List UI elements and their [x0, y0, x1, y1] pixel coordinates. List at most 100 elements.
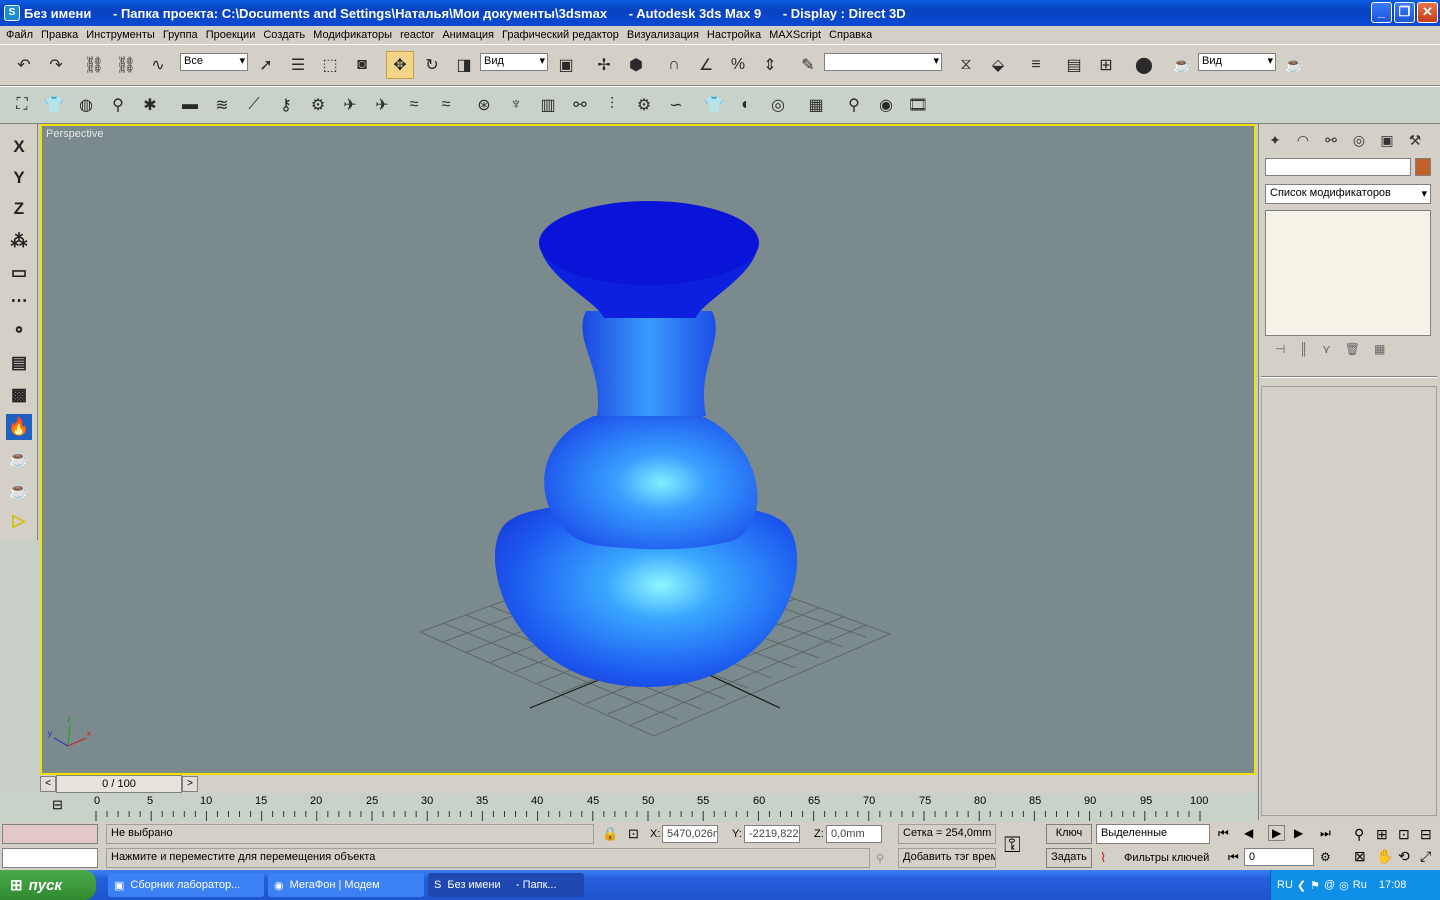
bind-space-warp-icon[interactable]: ∿ — [144, 51, 172, 79]
fire-effect-icon[interactable]: 🔥 — [6, 414, 32, 440]
align-icon[interactable]: ⬙ — [984, 51, 1012, 79]
water-icon[interactable]: ≈ — [400, 91, 428, 119]
array-icon[interactable]: ▤ — [6, 350, 32, 376]
undo-icon[interactable]: ↶ — [10, 51, 38, 79]
auto-key-button[interactable]: Ключ — [1046, 824, 1092, 844]
motor-icon[interactable]: ⚷ — [272, 91, 300, 119]
set-key-icon[interactable]: ⚿ — [1004, 832, 1021, 858]
quick-render-icon[interactable]: ☕ — [1280, 51, 1308, 79]
start-button[interactable]: ⊞ пуск — [0, 870, 96, 900]
modify-tab-icon[interactable]: ◠ — [1291, 128, 1315, 152]
maxscript-listener-white[interactable] — [2, 848, 98, 868]
close-button[interactable]: ✕ — [1417, 2, 1438, 23]
maximize-button[interactable]: ❐ — [1394, 2, 1415, 23]
parameters-rollout[interactable] — [1261, 386, 1437, 816]
menu-customize[interactable]: Настройка — [703, 29, 765, 41]
show-end-result-icon[interactable]: ║ — [1299, 342, 1308, 362]
property-editor-icon[interactable]: ▦ — [802, 91, 830, 119]
maxscript-listener-pink[interactable] — [2, 824, 98, 844]
go-to-start-icon[interactable]: ⏮ — [1218, 826, 1229, 841]
pivot-center-icon[interactable]: ▣ — [552, 51, 580, 79]
soft-body-collection-icon[interactable]: ◍ — [72, 91, 100, 119]
menu-file[interactable]: Файл — [2, 29, 37, 41]
vase-rim[interactable] — [539, 201, 759, 285]
absolute-mode-icon[interactable]: ⊡ — [628, 826, 639, 842]
minimize-button[interactable]: _ — [1371, 2, 1392, 23]
rigid-body-collection-icon[interactable]: ⛶ — [8, 91, 36, 119]
tray-arrow-icon[interactable]: ❮ — [1297, 879, 1306, 892]
object-name-field[interactable] — [1265, 158, 1411, 176]
prev-frame-arrow[interactable]: < — [40, 776, 56, 792]
maximize-viewport-icon[interactable]: ⤢ — [1420, 848, 1431, 865]
render-setup-icon[interactable]: ☕ — [6, 446, 32, 472]
zoom-extents-icon[interactable]: ⊡ — [1398, 826, 1410, 843]
menu-rendering[interactable]: Визуализация — [623, 29, 703, 41]
hierarchy-tab-icon[interactable]: ⚯ — [1319, 128, 1343, 152]
window-crossing-icon[interactable]: ◙ — [348, 51, 376, 79]
mirror-icon[interactable]: ⧖ — [952, 51, 980, 79]
task-megafon-modem[interactable]: ◉ МегаФон | Модем — [268, 873, 424, 897]
object-color-swatch[interactable] — [1415, 158, 1431, 176]
vase-middle[interactable] — [544, 416, 758, 550]
arc-rotate-icon[interactable]: ⟲ — [1398, 848, 1410, 865]
menu-reactor[interactable]: reactor — [396, 29, 438, 41]
field-of-view-icon[interactable]: ⊠ — [1354, 848, 1366, 865]
menu-animation[interactable]: Анимация — [438, 29, 498, 41]
select-by-name-icon[interactable]: ☰ — [284, 51, 312, 79]
select-and-rotate-icon[interactable]: ↻ — [418, 51, 446, 79]
key-mode-toggle-icon[interactable]: ⏮ — [1228, 850, 1239, 865]
selection-filter-dropdown[interactable]: Все — [180, 53, 248, 71]
ruler-icon[interactable]: ▭ — [6, 260, 32, 286]
menu-graph-editors[interactable]: Графический редактор — [498, 29, 623, 41]
fracture-icon[interactable]: ✈ — [368, 91, 396, 119]
go-to-end-icon[interactable]: ⏭ — [1320, 826, 1331, 841]
select-and-scale-icon[interactable]: ◨ — [450, 51, 478, 79]
unlink-icon[interactable]: ⛓ — [112, 51, 140, 79]
menu-views[interactable]: Проекции — [202, 29, 260, 41]
x-coordinate-field[interactable]: 5470,026m — [662, 825, 718, 843]
time-slider[interactable]: < 0 / 100 > — [40, 775, 1256, 793]
plane-icon[interactable]: ▬ — [176, 91, 204, 119]
car-wheel-icon[interactable]: ⚙ — [630, 91, 658, 119]
soft-body-modifier-icon[interactable]: ◐ — [732, 91, 760, 119]
rope-collection-icon[interactable]: ⚲ — [104, 91, 132, 119]
particle-icon[interactable]: ⁂ — [6, 228, 32, 254]
zoom-all-icon[interactable]: ⊞ — [1376, 826, 1388, 843]
menu-create[interactable]: Создать — [259, 29, 309, 41]
curve-editor-icon[interactable]: ▤ — [1060, 51, 1088, 79]
display-tab-icon[interactable]: ▣ — [1375, 128, 1399, 152]
next-frame-arrow[interactable]: > — [182, 776, 198, 792]
dashpot-icon[interactable]: ⟋ — [240, 91, 268, 119]
redo-icon[interactable]: ↷ — [42, 51, 70, 79]
reference-coord-dropdown[interactable]: Вид — [480, 53, 548, 71]
select-manipulate-icon[interactable]: ✢ — [590, 51, 618, 79]
create-tab-icon[interactable]: ✦ — [1263, 128, 1287, 152]
language-indicator[interactable]: RU — [1277, 879, 1293, 891]
play-icon[interactable]: ▶ — [1268, 825, 1286, 841]
task-3dsmax[interactable]: S Без имени - Папк... — [428, 873, 584, 897]
menu-modifiers[interactable]: Модификаторы — [309, 29, 396, 41]
toy-car-icon[interactable]: ✈ — [336, 91, 364, 119]
constraint-solver-icon[interactable]: ⊛ — [470, 91, 498, 119]
menu-edit[interactable]: Правка — [37, 29, 82, 41]
spring-icon[interactable]: ≋ — [208, 91, 236, 119]
perspective-viewport[interactable]: Perspective x z y — [40, 124, 1256, 775]
wind-icon[interactable]: ⚙ — [304, 91, 332, 119]
dots-icon[interactable]: ⋯ — [6, 288, 32, 314]
render-view-dropdown[interactable]: Вид — [1198, 53, 1276, 71]
time-configuration-icon[interactable]: ⚙ — [1320, 850, 1331, 864]
rectangular-selection-icon[interactable]: ⬚ — [316, 51, 344, 79]
selection-lock-icon[interactable]: 🔒 — [602, 826, 618, 842]
keyboard-shortcut-override-icon[interactable]: ⬢ — [622, 51, 650, 79]
task-word-document[interactable]: ▣ Сборник лаборатор... — [108, 873, 264, 897]
rope-modifier-icon[interactable]: ◎ — [764, 91, 792, 119]
menu-tools[interactable]: Инструменты — [82, 29, 159, 41]
point-path-icon[interactable]: ∽ — [662, 91, 690, 119]
hinge-constraint-icon[interactable]: ▥ — [534, 91, 562, 119]
display-icon[interactable]: ▩ — [6, 382, 32, 408]
angle-snap-icon[interactable]: ∠ — [692, 51, 720, 79]
restrict-z-button[interactable]: Z — [6, 196, 32, 222]
key-mode-dropdown[interactable]: Выделенные — [1096, 824, 1210, 844]
network-icon[interactable]: ⚑ — [1310, 879, 1320, 892]
spinner-snap-icon[interactable]: ⇕ — [756, 51, 784, 79]
